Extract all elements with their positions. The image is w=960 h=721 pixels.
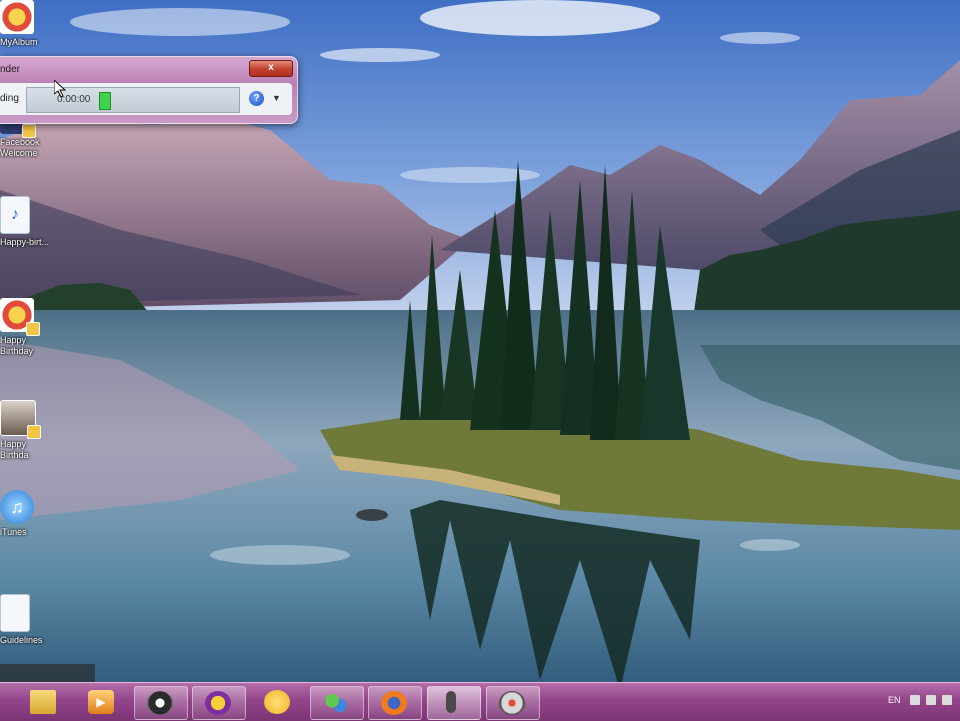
desktop-icon-label: Happy xyxy=(0,439,27,449)
desktop-icon-label: Birthday xyxy=(0,346,34,356)
folder-icon xyxy=(30,690,56,714)
network-icon[interactable] xyxy=(926,695,936,705)
options-dropdown[interactable]: ▼ xyxy=(272,93,281,103)
audio-level-meter xyxy=(99,92,111,110)
record-app-icon xyxy=(147,691,173,715)
desktop-icon-label: iTunes xyxy=(0,527,27,537)
video-thumbnail-icon xyxy=(0,400,41,439)
recording-status: ding xyxy=(0,93,19,104)
desktop-icon-label: Guidelines xyxy=(0,635,43,645)
desktop-icon-label: Birthda xyxy=(0,450,29,460)
firefox-icon xyxy=(381,691,407,715)
messenger-icon xyxy=(323,691,349,715)
volume-icon[interactable] xyxy=(942,695,952,705)
help-icon: ? xyxy=(253,93,260,104)
itunes-icon: ♫ xyxy=(0,490,34,524)
desktop-icon-mp3[interactable]: ♪ Happy-birt... xyxy=(0,196,48,248)
desktop-icon-itunes[interactable]: ♫ iTunes xyxy=(0,490,48,538)
desktop-icon-label: Happy xyxy=(0,335,27,345)
yahoo-messenger-icon xyxy=(205,691,231,715)
window-title: nder xyxy=(0,64,21,75)
taskbar-media-player-button[interactable]: ▶ xyxy=(76,686,128,718)
desktop-icon-label: Happy-birt... xyxy=(0,237,48,247)
taskbar-media-tool-button[interactable] xyxy=(486,686,540,720)
taskbar-firefox-button[interactable] xyxy=(368,686,422,720)
media-player-icon: ▶ xyxy=(88,690,114,714)
desktop-icon-facebook[interactable]: Facebook Welcome xyxy=(0,118,48,159)
desktop-icon-happy-birthday-video[interactable]: Happy Birthda xyxy=(0,400,48,461)
taskbar: ▶ EN xyxy=(0,682,960,721)
album-icon xyxy=(0,0,34,34)
desktop-icon-myalbum[interactable]: MyAlbum xyxy=(0,0,48,48)
close-icon: x xyxy=(268,62,274,73)
smiley-icon xyxy=(264,690,290,714)
film-reel-icon xyxy=(499,691,525,715)
desktop-icon-label: Welcome xyxy=(0,148,38,158)
taskbar-sound-recorder-button[interactable] xyxy=(427,686,481,720)
close-button[interactable]: x xyxy=(249,60,293,77)
microphone-icon xyxy=(446,691,456,713)
taskbar-explorer-button[interactable] xyxy=(18,686,70,718)
sound-recorder-window[interactable]: nder x ding 0:00:00 ? ▼ xyxy=(0,56,298,124)
document-icon xyxy=(0,594,30,632)
taskbar-smiley-button[interactable] xyxy=(252,686,304,718)
desktop-icon-happy-birthday[interactable]: Happy Birthday xyxy=(0,298,48,357)
help-button[interactable]: ? xyxy=(249,91,264,106)
desktop-icon-label: Facebook xyxy=(0,137,40,147)
system-tray: EN xyxy=(880,683,960,721)
notification-flag-icon[interactable] xyxy=(910,695,920,705)
taskbar-messenger-button[interactable] xyxy=(310,686,364,720)
mp3-file-icon: ♪ xyxy=(0,196,30,234)
taskbar-recorder-app-button[interactable] xyxy=(134,686,188,720)
desktop-tooltip-strip xyxy=(0,664,95,682)
desktop-icon-document[interactable]: Guidelines xyxy=(0,594,48,646)
taskbar-yahoo-messenger-button[interactable] xyxy=(192,686,246,720)
mouse-pointer-icon xyxy=(54,80,66,98)
recorder-body: ding 0:00:00 ? ▼ xyxy=(0,83,292,115)
birthday-icon xyxy=(0,298,40,336)
desktop-icon-label: MyAlbum xyxy=(0,37,38,47)
language-indicator[interactable]: EN xyxy=(888,695,901,705)
